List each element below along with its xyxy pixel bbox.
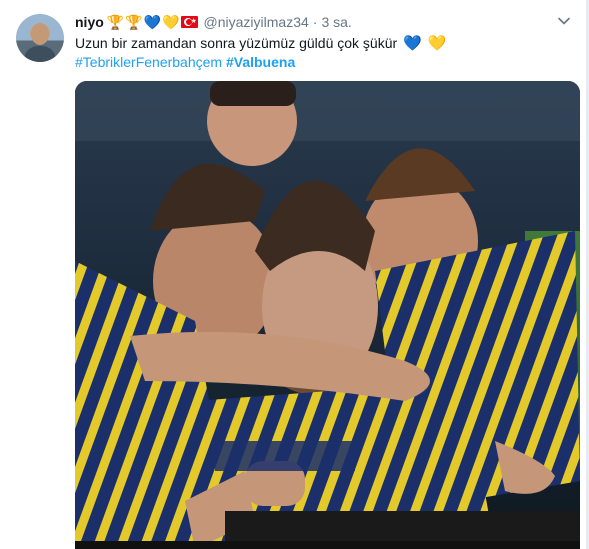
timestamp[interactable]: 3 sa. xyxy=(321,14,351,30)
tweet-text-body: Uzun bir zamandan sonra yüzümüz güldü ço… xyxy=(75,35,398,51)
avatar-face xyxy=(31,23,49,45)
photo-illustration xyxy=(75,81,580,549)
tweet-photo[interactable] xyxy=(75,81,580,549)
yellow-heart-icon: 💛 xyxy=(427,35,447,52)
tweet-text: Uzun bir zamandan sonra yüzümüz güldü ço… xyxy=(75,33,446,54)
avatar-shirt xyxy=(24,46,56,62)
blue-heart-icon: 💙 xyxy=(403,35,422,52)
blue-heart-icon: 💙 xyxy=(143,14,162,30)
tweet-card[interactable]: niyo 🏆 🏆 💙 💛 ★ @niyaziyilmaz34 · 3 sa. U… xyxy=(0,0,587,549)
user-handle[interactable]: @niyaziyilmaz34 xyxy=(204,14,309,30)
trophy-icon: 🏆 xyxy=(125,14,143,30)
trophy-icon: 🏆 xyxy=(106,14,125,30)
hashtag-link[interactable]: #Valbuena xyxy=(226,54,295,70)
chevron-down-icon[interactable] xyxy=(556,14,572,30)
tweet-header: niyo 🏆 🏆 💙 💛 ★ @niyaziyilmaz34 · 3 sa. xyxy=(75,12,352,32)
hashtag-link[interactable]: #TebriklerFenerbahçem xyxy=(75,54,222,70)
turkey-flag-icon: ★ xyxy=(180,16,198,28)
yellow-heart-icon: 💛 xyxy=(162,14,180,30)
display-name[interactable]: niyo xyxy=(75,14,104,30)
hashtag-line: #TebriklerFenerbahçem #Valbuena xyxy=(75,52,295,72)
separator-dot: · xyxy=(312,14,318,30)
avatar[interactable] xyxy=(16,14,64,62)
